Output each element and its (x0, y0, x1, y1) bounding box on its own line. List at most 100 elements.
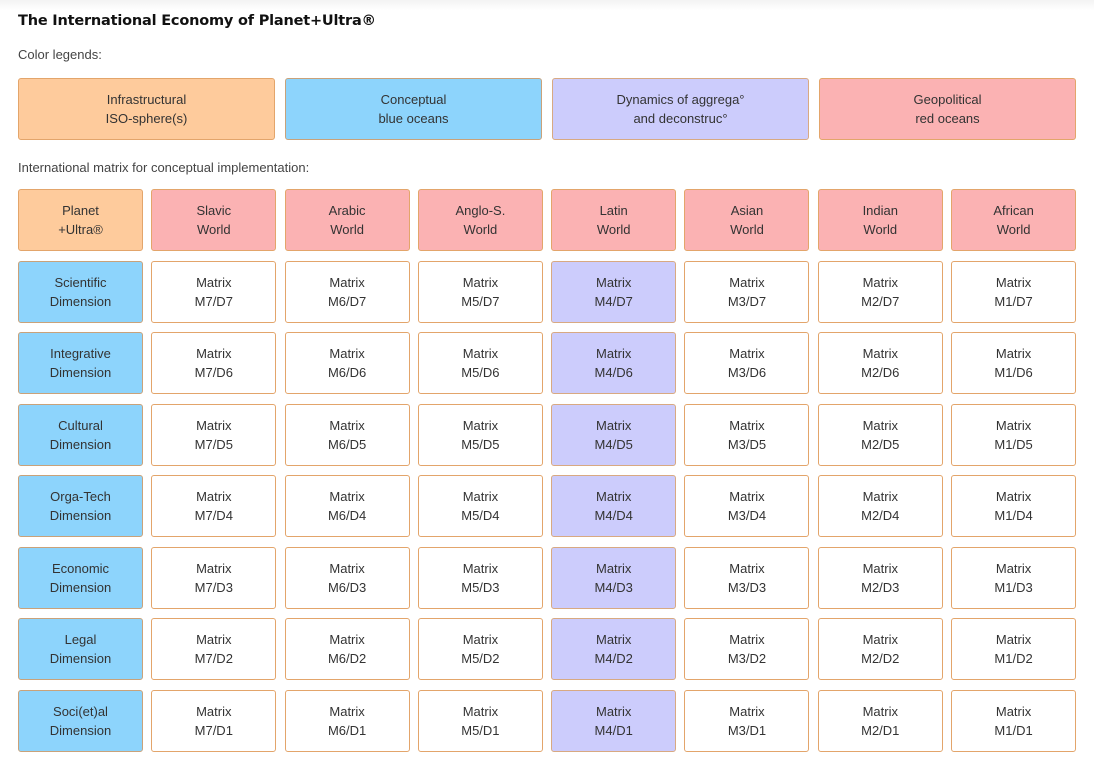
column-header: Anglo-S. World (417, 189, 543, 251)
matrix-cell[interactable]: Matrix M3/D6 (684, 332, 810, 394)
matrix-cell-line1: Matrix (196, 560, 232, 576)
legend-item-line2: ISO-sphere(s) (105, 111, 188, 126)
matrix-cell-line2: M6/D4 (327, 508, 367, 523)
matrix-cell[interactable]: Matrix M5/D1 (417, 689, 543, 752)
matrix-cell[interactable]: Matrix M4/D4 (551, 475, 677, 537)
legend-item-line1: Infrastructural (106, 92, 187, 107)
matrix-cell[interactable]: Matrix M4/D2 (551, 618, 677, 680)
matrix-cell-line2: M3/D1 (727, 722, 767, 738)
matrix-cell-line1: Matrix (329, 560, 365, 576)
matrix-cell[interactable]: Matrix M4/D7 (551, 260, 677, 323)
matrix-cell[interactable]: Matrix M1/D6 (951, 332, 1077, 394)
matrix-cell[interactable]: Matrix M4/D6 (551, 332, 677, 394)
matrix-cell[interactable]: Matrix M4/D5 (551, 403, 677, 466)
matrix-cell[interactable]: Matrix M2/D4 (817, 475, 943, 537)
matrix-cell[interactable]: Matrix M3/D3 (684, 546, 810, 609)
column-header: Slavic World (151, 189, 277, 251)
matrix-cell[interactable]: Matrix M6/D4 (284, 475, 410, 537)
matrix-cell[interactable]: Matrix M6/D7 (284, 260, 410, 323)
matrix-cell-line1: Matrix (196, 274, 232, 290)
column-header-line1: Asian (730, 203, 764, 218)
matrix-cell-line1: Matrix (595, 632, 632, 647)
matrix-cell[interactable]: Matrix M7/D6 (151, 332, 277, 394)
matrix-cell[interactable]: Matrix M1/D1 (951, 689, 1077, 752)
row-header-line2: Dimension (49, 508, 112, 523)
matrix-cell[interactable]: Matrix M3/D7 (684, 260, 810, 323)
matrix-cell[interactable]: Matrix M5/D6 (417, 332, 543, 394)
matrix-cell-line1: Matrix (995, 560, 1032, 576)
matrix-cell[interactable]: Matrix M6/D2 (284, 618, 410, 680)
row-header: Orga-Tech Dimension (18, 475, 143, 537)
matrix-cell[interactable]: Matrix M6/D6 (284, 332, 410, 394)
matrix-cell[interactable]: Matrix M5/D2 (417, 618, 543, 680)
matrix-cell[interactable]: Matrix M2/D6 (817, 332, 943, 394)
matrix-cell[interactable]: Matrix M7/D1 (151, 689, 277, 752)
matrix-cell-line1: Matrix (462, 346, 499, 361)
matrix-cell-line2: M5/D3 (461, 579, 500, 595)
matrix-cell[interactable]: Matrix M2/D7 (817, 260, 943, 323)
column-header-line1: Latin (599, 203, 628, 218)
column-header-line2: World (330, 222, 364, 237)
legend-item-line2: blue oceans (378, 111, 449, 126)
matrix-cell[interactable]: Matrix M3/D2 (684, 618, 810, 680)
matrix-cell[interactable]: Matrix M7/D3 (151, 546, 277, 609)
row-header-line2: Dimension (49, 293, 112, 309)
matrix-cell[interactable]: Matrix M7/D7 (151, 260, 277, 323)
matrix-cell-line1: Matrix (595, 274, 632, 290)
matrix-cell[interactable]: Matrix M1/D3 (951, 546, 1077, 609)
matrix-cell-line2: M4/D6 (594, 365, 633, 380)
top-shadow (0, 0, 1094, 10)
matrix-cell-line2: M6/D7 (327, 293, 367, 309)
matrix-cell[interactable]: Matrix M1/D7 (951, 260, 1077, 323)
international-matrix: Planet +Ultra® Slavic World Arabic World Anglo… (18, 189, 1077, 752)
matrix-cell-line2: M6/D1 (327, 722, 367, 738)
matrix-cell[interactable]: Matrix M2/D2 (817, 618, 943, 680)
matrix-cell-line2: M1/D1 (994, 722, 1033, 738)
matrix-cell-line2: M5/D7 (461, 293, 500, 309)
matrix-cell-line1: Matrix (729, 703, 765, 719)
matrix-cell[interactable]: Matrix M4/D3 (551, 546, 677, 609)
row-header-line1: Legal (64, 632, 97, 647)
row-header-line2: Dimension (49, 651, 112, 666)
matrix-cell[interactable]: Matrix M2/D3 (817, 546, 943, 609)
matrix-cell-line2: M7/D1 (194, 722, 233, 738)
matrix-cell[interactable]: Matrix M1/D2 (951, 618, 1077, 680)
matrix-cell-line1: Matrix (595, 703, 632, 719)
matrix-cell[interactable]: Matrix M2/D1 (817, 689, 943, 752)
matrix-cell[interactable]: Matrix M3/D4 (684, 475, 810, 537)
matrix-cell[interactable]: Matrix M1/D4 (951, 475, 1077, 537)
matrix-cell-line1: Matrix (862, 703, 898, 719)
matrix-cell-line2: M6/D6 (327, 365, 367, 380)
matrix-cell[interactable]: Matrix M5/D4 (417, 475, 543, 537)
matrix-cell-line2: M4/D4 (594, 508, 633, 523)
matrix-cell-line1: Matrix (462, 489, 499, 504)
matrix-cell-line2: M7/D2 (194, 651, 233, 666)
matrix-cell[interactable]: Matrix M3/D5 (684, 403, 810, 466)
matrix-cell-line2: M2/D7 (861, 293, 900, 309)
matrix-cell-line2: M6/D2 (327, 651, 367, 666)
matrix-cell[interactable]: Matrix M6/D1 (284, 689, 410, 752)
matrix-cell[interactable]: Matrix M2/D5 (817, 403, 943, 466)
matrix-cell-line2: M4/D1 (594, 722, 633, 738)
matrix-cell-line1: Matrix (329, 346, 365, 361)
matrix-cell-line2: M5/D5 (461, 436, 500, 452)
matrix-cell[interactable]: Matrix M4/D1 (551, 689, 677, 752)
matrix-corner-header-line1: Planet (62, 203, 99, 218)
matrix-cell[interactable]: Matrix M7/D4 (151, 475, 277, 537)
matrix-cell[interactable]: Matrix M5/D7 (417, 260, 543, 323)
matrix-cell[interactable]: Matrix M6/D3 (284, 546, 410, 609)
matrix-cell[interactable]: Matrix M1/D5 (951, 403, 1077, 466)
matrix-corner-header: Planet +Ultra® (18, 189, 143, 251)
matrix-cell[interactable]: Matrix M7/D5 (151, 403, 277, 466)
matrix-cell[interactable]: Matrix M3/D1 (684, 689, 810, 752)
column-header: Indian World (817, 189, 943, 251)
column-header-line2: World (996, 222, 1031, 237)
matrix-cell-line2: M3/D4 (727, 508, 767, 523)
matrix-cell-line1: Matrix (995, 489, 1032, 504)
matrix-cell[interactable]: Matrix M7/D2 (151, 618, 277, 680)
row-header-line1: Scientific (54, 274, 107, 290)
matrix-cell[interactable]: Matrix M5/D3 (417, 546, 543, 609)
row-header: Integrative Dimension (18, 332, 143, 394)
matrix-cell[interactable]: Matrix M6/D5 (284, 403, 410, 466)
matrix-cell[interactable]: Matrix M5/D5 (417, 403, 543, 466)
